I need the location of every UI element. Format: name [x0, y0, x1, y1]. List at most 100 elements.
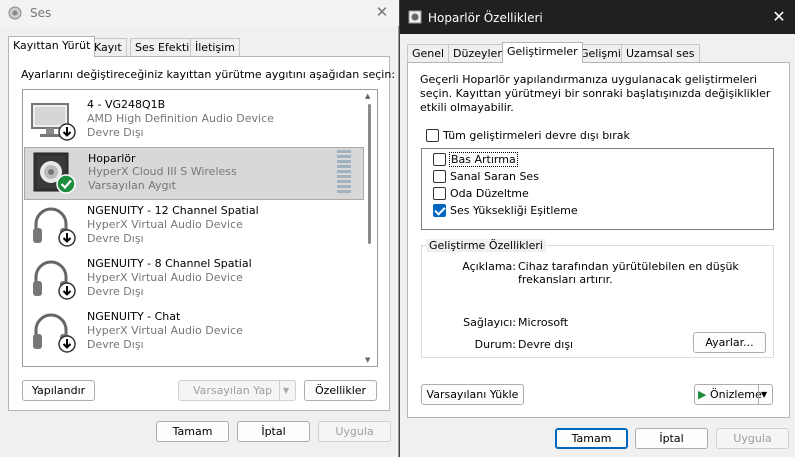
headphones-icon [33, 260, 76, 300]
device-driver: HyperX Virtual Audio Device [87, 218, 243, 231]
bass-boost-checkbox[interactable] [433, 153, 446, 166]
ok-button[interactable]: Tamam [156, 421, 229, 442]
provider-label: Sağlayıcı: [463, 316, 516, 329]
disable-all-label: Tüm geliştirmeleri devre dışı bırak [443, 129, 630, 142]
tab-label: Uzamsal ses [626, 47, 695, 60]
scroll-down-icon[interactable]: ▼ [365, 356, 370, 364]
sound-dialog: Ses ✕ Kayıttan Yürüt Kayıt Ses Efekti İl… [0, 0, 399, 457]
tab-label: İletişim [195, 41, 235, 54]
apply-button[interactable]: Uygula [318, 421, 391, 442]
scroll-up-icon[interactable]: ▲ [365, 92, 370, 100]
tab-label: Ses Efekti [135, 41, 190, 54]
device-name: 4 - VG248Q1B [87, 98, 166, 111]
enhancements-description: Geçerli Hoparlör yapılandırmanıza uygula… [420, 73, 771, 114]
set-default-button[interactable]: Varsayılan Yap ▼ [178, 380, 296, 401]
list-item-device[interactable]: NGENUITY - 12 Channel Spatial HyperX Vir… [24, 200, 364, 253]
apply-button[interactable]: Uygula [716, 428, 789, 449]
title-bar: Hoparlör Özellikleri ✕ [400, 0, 795, 34]
device-status: Devre Dışı [87, 338, 144, 351]
speaker-icon [33, 152, 76, 194]
enhancement-label[interactable]: Bas Artırma [449, 152, 518, 167]
split-divider [279, 381, 280, 400]
button-label: Varsayılanı Yükle [426, 388, 519, 401]
list-item-device[interactable]: NGENUITY - Chat HyperX Virtual Audio Dev… [24, 306, 364, 359]
window-title: Ses [30, 6, 52, 20]
button-label: İptal [659, 432, 684, 445]
cancel-button[interactable]: İptal [237, 421, 310, 442]
tab-playback[interactable]: Kayıttan Yürüt [8, 36, 96, 57]
device-list[interactable]: 4 - VG248Q1B AMD High Definition Audio D… [22, 89, 378, 367]
chevron-down-icon[interactable]: ▼ [761, 385, 767, 404]
list-item-device[interactable]: NGENUITY - 8 Channel Spatial HyperX Virt… [24, 253, 364, 306]
group-title: Geliştirme Özellikleri [426, 239, 546, 252]
headphones-icon [33, 207, 76, 247]
virtual-surround-checkbox[interactable] [433, 170, 446, 183]
tab-spatial-sound[interactable]: Uzamsal ses [621, 44, 700, 63]
device-name: NGENUITY - 12 Channel Spatial [87, 204, 259, 217]
close-button[interactable]: ✕ [371, 3, 393, 21]
tab-levels[interactable]: Düzeyler [448, 44, 507, 63]
vertical-scrollbar[interactable] [368, 104, 371, 244]
tab-sound-effects[interactable]: Ses Efekti [130, 38, 195, 57]
device-status: Devre Dışı [87, 285, 144, 298]
tab-enhancements[interactable]: Geliştirmeler [502, 42, 583, 63]
list-item-device[interactable]: 4 - VG248Q1B AMD High Definition Audio D… [24, 94, 364, 147]
button-label: Yapılandır [31, 384, 86, 397]
speaker-app-icon [408, 10, 422, 24]
button-label: Varsayılan Yap [193, 384, 273, 397]
provider-value: Microsoft [518, 316, 569, 329]
enhancements-list[interactable]: Bas Artırma Sanal Saran Ses Oda Düzeltme… [421, 148, 774, 230]
settings-button[interactable]: Ayarlar... [693, 332, 766, 353]
device-driver: HyperX Cloud III S Wireless [88, 165, 237, 178]
properties-button[interactable]: Özellikler [304, 380, 377, 401]
split-divider [758, 385, 759, 404]
chevron-down-icon[interactable]: ▼ [283, 381, 289, 400]
button-label: Tamam [571, 432, 612, 445]
headphones-icon [33, 313, 76, 353]
button-label: Özellikler [314, 384, 367, 397]
status-value: Devre dışı [518, 338, 574, 351]
tab-label: Geliştirmeler [507, 45, 578, 58]
enhancement-label[interactable]: Oda Düzeltme [450, 187, 529, 200]
button-label: Ayarlar... [705, 336, 754, 349]
close-icon: ✕ [375, 3, 389, 21]
disable-all-checkbox[interactable] [426, 129, 439, 142]
device-status: Devre Dışı [87, 232, 144, 245]
loudness-equalization-checkbox[interactable] [433, 204, 446, 217]
speaker-app-icon [8, 6, 22, 20]
button-label: Önizleme [709, 388, 762, 401]
instruction-text: Ayarlarını değiştireceğiniz kayıttan yür… [21, 68, 396, 81]
device-driver: HyperX Virtual Audio Device [87, 271, 243, 284]
status-label: Durum: [474, 338, 516, 351]
device-driver: AMD High Definition Audio Device [87, 112, 274, 125]
speaker-properties-dialog: Hoparlör Özellikleri ✕ Genel Düzeyler Ge… [399, 0, 795, 457]
close-button[interactable]: ✕ [768, 7, 790, 27]
device-name: NGENUITY - Chat [87, 310, 181, 323]
tab-label: Kayıttan Yürüt [13, 39, 91, 52]
enhancement-label[interactable]: Sanal Saran Ses [450, 170, 539, 183]
ok-button[interactable]: Tamam [555, 428, 628, 449]
enhancement-label[interactable]: Ses Yüksekliği Eşitleme [450, 204, 578, 217]
device-status: Devre Dışı [87, 126, 144, 139]
play-icon: ▶ [698, 388, 707, 401]
window-title: Hoparlör Özellikleri [428, 11, 543, 25]
device-name: NGENUITY - 8 Channel Spatial [87, 257, 252, 270]
description-label: Açıklama: [462, 260, 516, 273]
preview-button[interactable]: ▶ Önizleme ▼ [694, 384, 773, 405]
description-value: Cihaz tarafından yürütülebilen en düşük … [518, 260, 739, 286]
tab-label: Kayıt [94, 41, 122, 54]
button-label: Uygula [335, 425, 374, 438]
button-label: Tamam [172, 425, 213, 438]
volume-meter [337, 150, 351, 196]
tab-general[interactable]: Genel [407, 44, 450, 63]
restore-defaults-button[interactable]: Varsayılanı Yükle [421, 384, 524, 405]
device-driver: HyperX Virtual Audio Device [87, 324, 243, 337]
tab-label: Genel [412, 47, 445, 60]
configure-button[interactable]: Yapılandır [22, 380, 95, 401]
tab-label: Gelişmiş [580, 47, 627, 60]
room-correction-checkbox[interactable] [433, 187, 446, 200]
tab-communications[interactable]: İletişim [190, 38, 240, 57]
device-name: Hoparlör [88, 152, 136, 165]
list-item-device-selected[interactable]: Hoparlör HyperX Cloud III S Wireless Var… [24, 147, 364, 200]
cancel-button[interactable]: İptal [635, 428, 708, 449]
